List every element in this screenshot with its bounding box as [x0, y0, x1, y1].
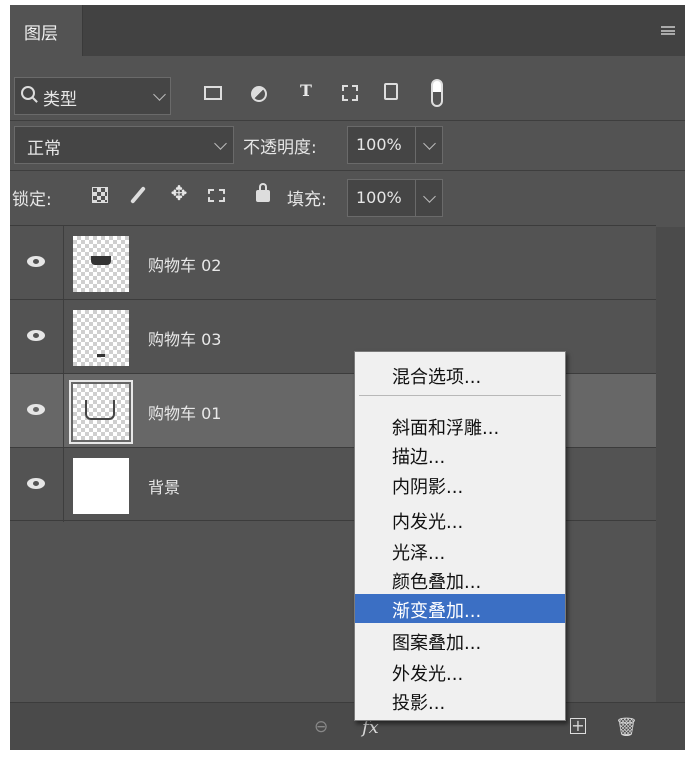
menu-item-gradient-overlay[interactable]: 渐变叠加...	[355, 594, 565, 623]
filter-adjustment-layer-icon[interactable]	[251, 86, 267, 102]
layer-thumbnail	[73, 236, 129, 292]
filter-pixel-layer-icon[interactable]	[204, 86, 222, 100]
menu-item-pattern-overlay[interactable]: 图案叠加...	[355, 626, 565, 655]
layer-thumbnail	[73, 310, 129, 366]
filter-type-layer-icon[interactable]: T	[296, 81, 316, 100]
chevron-down-icon	[153, 88, 166, 101]
panel-menu-icon[interactable]	[661, 26, 675, 35]
new-layer-icon[interactable]: +	[570, 718, 586, 734]
opacity-input[interactable]: 100%	[347, 126, 443, 164]
menu-item-inner-glow[interactable]: 内发光...	[355, 505, 565, 534]
layer-name: 购物车 01	[148, 404, 222, 423]
lock-artboard-icon[interactable]	[208, 189, 225, 202]
fill-value: 100%	[356, 188, 402, 207]
visibility-eye-icon[interactable]	[27, 404, 45, 415]
chevron-down-icon	[423, 137, 436, 150]
menu-item-drop-shadow[interactable]: 投影...	[355, 686, 565, 715]
link-layers-icon[interactable]: ⊖	[314, 717, 328, 737]
menu-item-color-overlay[interactable]: 颜色叠加...	[355, 565, 565, 594]
blend-mode-value: 正常	[27, 139, 61, 159]
menu-item-stroke[interactable]: 描边...	[355, 440, 565, 469]
trash-icon[interactable]: 🗑	[615, 717, 638, 738]
lock-label: 锁定:	[12, 190, 52, 210]
search-icon-handle	[32, 97, 38, 103]
layer-thumbnail	[73, 458, 129, 514]
filter-smart-object-icon[interactable]	[384, 83, 398, 100]
layers-scrollbar[interactable]	[656, 227, 685, 702]
visibility-eye-icon[interactable]	[27, 256, 45, 267]
layer-name: 购物车 02	[148, 256, 222, 275]
layers-bottom-toolbar: ⊖ fx + 🗑	[10, 702, 685, 750]
panel-tab-bar: 图层	[10, 5, 685, 56]
opacity-value: 100%	[356, 135, 402, 154]
lock-image-pixels-icon[interactable]	[130, 186, 146, 204]
blend-mode-select[interactable]: 正常	[14, 126, 234, 164]
lock-transparent-pixels-icon[interactable]	[92, 187, 108, 203]
menu-item-bevel-emboss[interactable]: 斜面和浮雕...	[355, 411, 565, 440]
menu-item-outer-glow[interactable]: 外发光...	[355, 657, 565, 686]
filter-shape-layer-icon[interactable]	[342, 85, 358, 101]
layer-thumbnail	[69, 380, 133, 444]
layer-style-context-menu: 混合选项... 斜面和浮雕... 描边... 内阴影... 内发光... 光泽.…	[354, 351, 566, 721]
tab-layers[interactable]: 图层	[10, 5, 83, 56]
visibility-eye-icon[interactable]	[27, 330, 45, 341]
fill-input[interactable]: 100%	[347, 179, 443, 217]
menu-item-inner-shadow[interactable]: 内阴影...	[355, 470, 565, 499]
filter-kind-label: 类型	[43, 90, 77, 110]
menu-item-satin[interactable]: 光泽...	[355, 536, 565, 565]
lock-position-icon[interactable]: ✥	[168, 181, 190, 205]
layer-row[interactable]: 购物车 02	[10, 225, 656, 300]
filter-kind-select[interactable]: 类型	[14, 77, 171, 115]
menu-separator	[359, 395, 561, 396]
tab-layers-label: 图层	[24, 24, 58, 44]
opacity-label: 不透明度:	[243, 138, 317, 158]
fill-label: 填充:	[287, 190, 327, 210]
layer-name: 购物车 03	[148, 330, 222, 349]
visibility-eye-icon[interactable]	[27, 478, 45, 489]
menu-item-blending-options[interactable]: 混合选项...	[355, 360, 565, 389]
chevron-down-icon	[423, 190, 436, 203]
chevron-down-icon	[214, 137, 227, 150]
lock-all-shackle	[259, 183, 267, 192]
layers-panel: 图层 类型 T 正常 不透明度: 100% 锁定: ✥ 填充: 100% 购物车…	[10, 5, 685, 750]
filter-toggle-switch[interactable]	[431, 79, 443, 107]
layer-name: 背景	[148, 478, 181, 497]
